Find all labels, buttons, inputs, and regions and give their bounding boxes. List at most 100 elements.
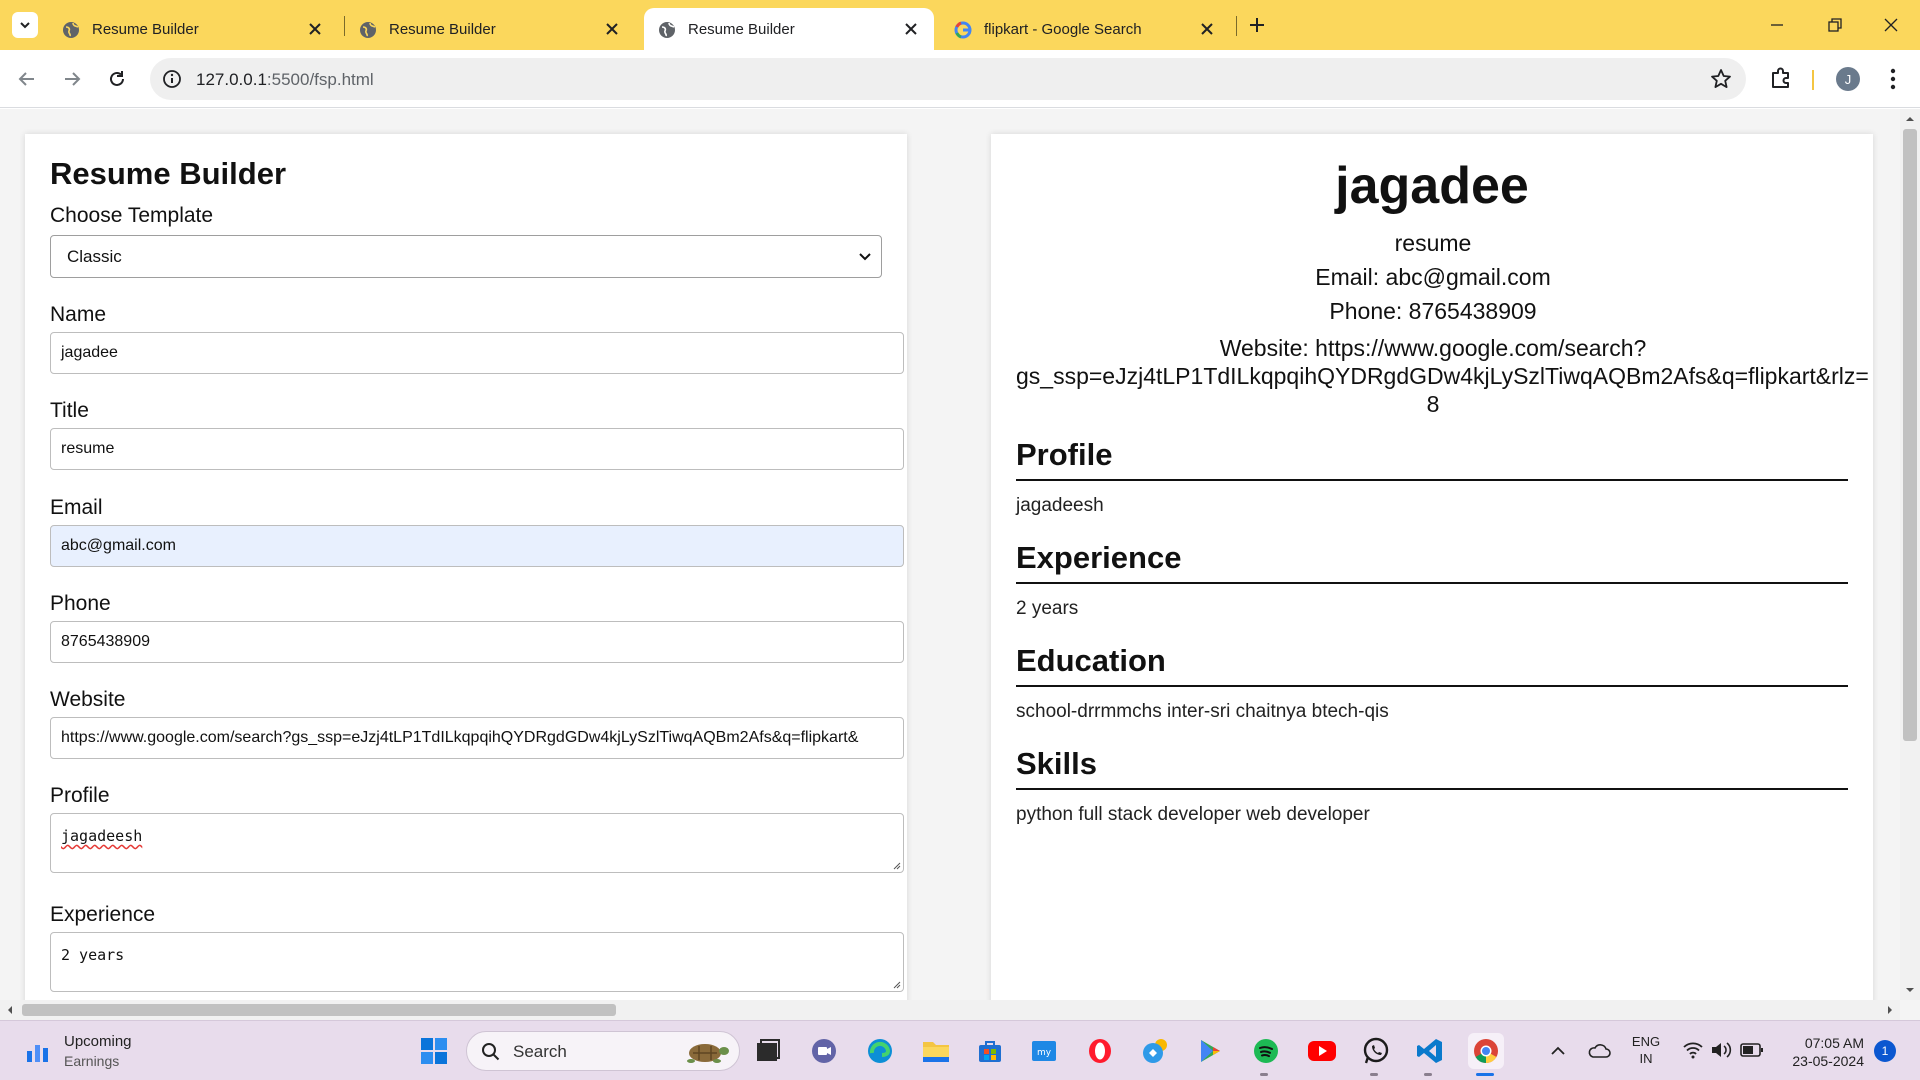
taskbar-chrome[interactable] bbox=[1468, 1033, 1504, 1069]
close-icon[interactable] bbox=[306, 20, 324, 38]
minimize-icon bbox=[1771, 24, 1783, 26]
tab-search-button[interactable] bbox=[12, 12, 38, 38]
website-label: Website bbox=[50, 688, 126, 711]
tab-flipkart-google-search[interactable]: flipkart - Google Search bbox=[940, 8, 1230, 50]
resume-preview-panel: jagadee resume Email: abc@gmail.com Phon… bbox=[991, 134, 1873, 1014]
tab-resume-builder-active[interactable]: Resume Builder bbox=[644, 8, 934, 50]
widget-title[interactable]: Upcoming bbox=[64, 1033, 132, 1050]
experience-textarea[interactable]: 2 years bbox=[50, 932, 904, 992]
notification-badge[interactable]: 1 bbox=[1874, 1040, 1896, 1062]
stock-chart-icon[interactable] bbox=[24, 1037, 52, 1065]
tab-resume-builder-2[interactable]: Resume Builder bbox=[345, 8, 635, 50]
horizontal-scroll-thumb[interactable] bbox=[22, 1004, 616, 1016]
scroll-right-icon[interactable] bbox=[1884, 1004, 1896, 1016]
language-code: ENG bbox=[1631, 1034, 1661, 1049]
template-select[interactable]: Classic bbox=[50, 235, 882, 278]
vertical-scrollbar[interactable] bbox=[1900, 109, 1920, 1000]
close-icon[interactable] bbox=[1198, 20, 1216, 38]
taskbar-file-explorer[interactable] bbox=[920, 1035, 952, 1067]
taskbar-file-viewer[interactable] bbox=[752, 1035, 784, 1067]
taskbar-whatsapp[interactable] bbox=[1360, 1035, 1392, 1067]
vertical-scroll-thumb[interactable] bbox=[1903, 129, 1917, 741]
clock[interactable]: 07:05 AM 23-05-2024 bbox=[1768, 1034, 1864, 1070]
title-input[interactable]: resume bbox=[50, 428, 904, 470]
taskbar-vscode[interactable] bbox=[1414, 1035, 1446, 1067]
taskbar-edge[interactable] bbox=[864, 1035, 896, 1067]
globe-icon bbox=[63, 22, 79, 38]
opera-icon bbox=[1089, 1039, 1111, 1063]
close-window-button[interactable] bbox=[1862, 0, 1920, 50]
site-info-icon[interactable] bbox=[162, 69, 182, 89]
url-host: 127.0.0.1 bbox=[196, 70, 267, 89]
profile-avatar[interactable]: J bbox=[1836, 67, 1860, 91]
tab-label: Resume Builder bbox=[389, 21, 496, 38]
taskbar-spotify[interactable] bbox=[1250, 1035, 1282, 1067]
skills-heading: Skills bbox=[1016, 746, 1848, 790]
dark-window-icon bbox=[757, 1039, 780, 1061]
vscode-icon bbox=[1417, 1039, 1442, 1063]
website-input[interactable]: https://www.google.com/search?gs_ssp=eJz… bbox=[50, 717, 904, 759]
scroll-left-icon[interactable] bbox=[4, 1004, 16, 1016]
resize-grip-icon[interactable] bbox=[891, 979, 901, 989]
plus-icon bbox=[1250, 18, 1264, 32]
tab-resume-builder-1[interactable]: Resume Builder bbox=[48, 8, 338, 50]
browser-menu-button[interactable] bbox=[1880, 65, 1906, 93]
profile-textarea[interactable]: jagadeesh bbox=[50, 813, 904, 873]
close-icon[interactable] bbox=[902, 20, 920, 38]
widget-subtitle[interactable]: Earnings bbox=[64, 1053, 119, 1069]
email-input[interactable]: abc@gmail.com bbox=[50, 525, 904, 567]
toolbar-divider bbox=[1812, 70, 1814, 90]
taskbar-weather-app[interactable] bbox=[1140, 1035, 1172, 1067]
forward-button[interactable] bbox=[56, 63, 88, 95]
running-indicator bbox=[1260, 1073, 1268, 1076]
close-icon[interactable] bbox=[603, 20, 621, 38]
address-bar[interactable]: 127.0.0.1:5500/fsp.html bbox=[150, 58, 1746, 100]
profile-text: jagadeesh bbox=[61, 827, 143, 845]
taskbar-store[interactable] bbox=[974, 1035, 1006, 1067]
bookmark-star-icon[interactable] bbox=[1710, 68, 1732, 90]
minimize-button[interactable] bbox=[1748, 0, 1806, 50]
restore-icon bbox=[1828, 18, 1842, 32]
cloud-icon[interactable] bbox=[1586, 1039, 1612, 1061]
scroll-up-icon[interactable] bbox=[1904, 113, 1916, 125]
clock-date: 23-05-2024 bbox=[1792, 1053, 1864, 1069]
profile-heading: Profile bbox=[1016, 437, 1848, 481]
horizontal-scrollbar[interactable] bbox=[0, 1000, 1900, 1020]
chevron-down-icon bbox=[20, 22, 30, 29]
turtle-icon bbox=[687, 1044, 729, 1063]
extensions-puzzle-icon[interactable] bbox=[1768, 65, 1794, 91]
taskbar-teams[interactable] bbox=[808, 1035, 840, 1067]
language-indicator[interactable]: ENG IN bbox=[1628, 1033, 1664, 1067]
restore-button[interactable] bbox=[1806, 0, 1864, 50]
wifi-icon[interactable] bbox=[1682, 1040, 1704, 1060]
clock-time: 07:05 AM bbox=[1804, 1035, 1864, 1051]
new-tab-button[interactable] bbox=[1244, 12, 1270, 38]
taskbar-opera[interactable] bbox=[1084, 1035, 1116, 1067]
reload-button[interactable] bbox=[101, 63, 133, 95]
search-icon bbox=[482, 1043, 500, 1061]
name-input[interactable]: jagadee bbox=[50, 332, 904, 374]
name-label: Name bbox=[50, 303, 107, 326]
back-button[interactable] bbox=[11, 63, 43, 95]
windows-logo-icon bbox=[421, 1038, 447, 1064]
globe-icon bbox=[659, 22, 675, 38]
chevron-up-icon[interactable] bbox=[1548, 1041, 1568, 1061]
phone-input[interactable]: 8765438909 bbox=[50, 621, 904, 663]
scroll-down-icon[interactable] bbox=[1904, 984, 1916, 996]
video-chat-icon bbox=[812, 1039, 836, 1063]
resize-grip-icon[interactable] bbox=[891, 860, 901, 870]
preview-phone: Phone: 8765438909 bbox=[1329, 298, 1537, 324]
taskbar-search[interactable]: Search bbox=[466, 1031, 740, 1071]
youtube-icon bbox=[1308, 1041, 1336, 1061]
running-indicator bbox=[1424, 1073, 1432, 1076]
url-text[interactable]: 127.0.0.1:5500/fsp.html bbox=[196, 70, 374, 90]
phone-label: Phone bbox=[50, 592, 111, 615]
taskbar-youtube[interactable] bbox=[1306, 1035, 1338, 1067]
template-selected-value: Classic bbox=[67, 247, 122, 266]
taskbar-play-store[interactable] bbox=[1194, 1035, 1226, 1067]
battery-icon[interactable] bbox=[1740, 1042, 1764, 1058]
spotify-icon bbox=[1254, 1039, 1278, 1063]
speaker-icon[interactable] bbox=[1710, 1040, 1732, 1060]
start-button[interactable] bbox=[418, 1035, 450, 1067]
taskbar-mylic-app[interactable]: my bbox=[1028, 1035, 1060, 1067]
